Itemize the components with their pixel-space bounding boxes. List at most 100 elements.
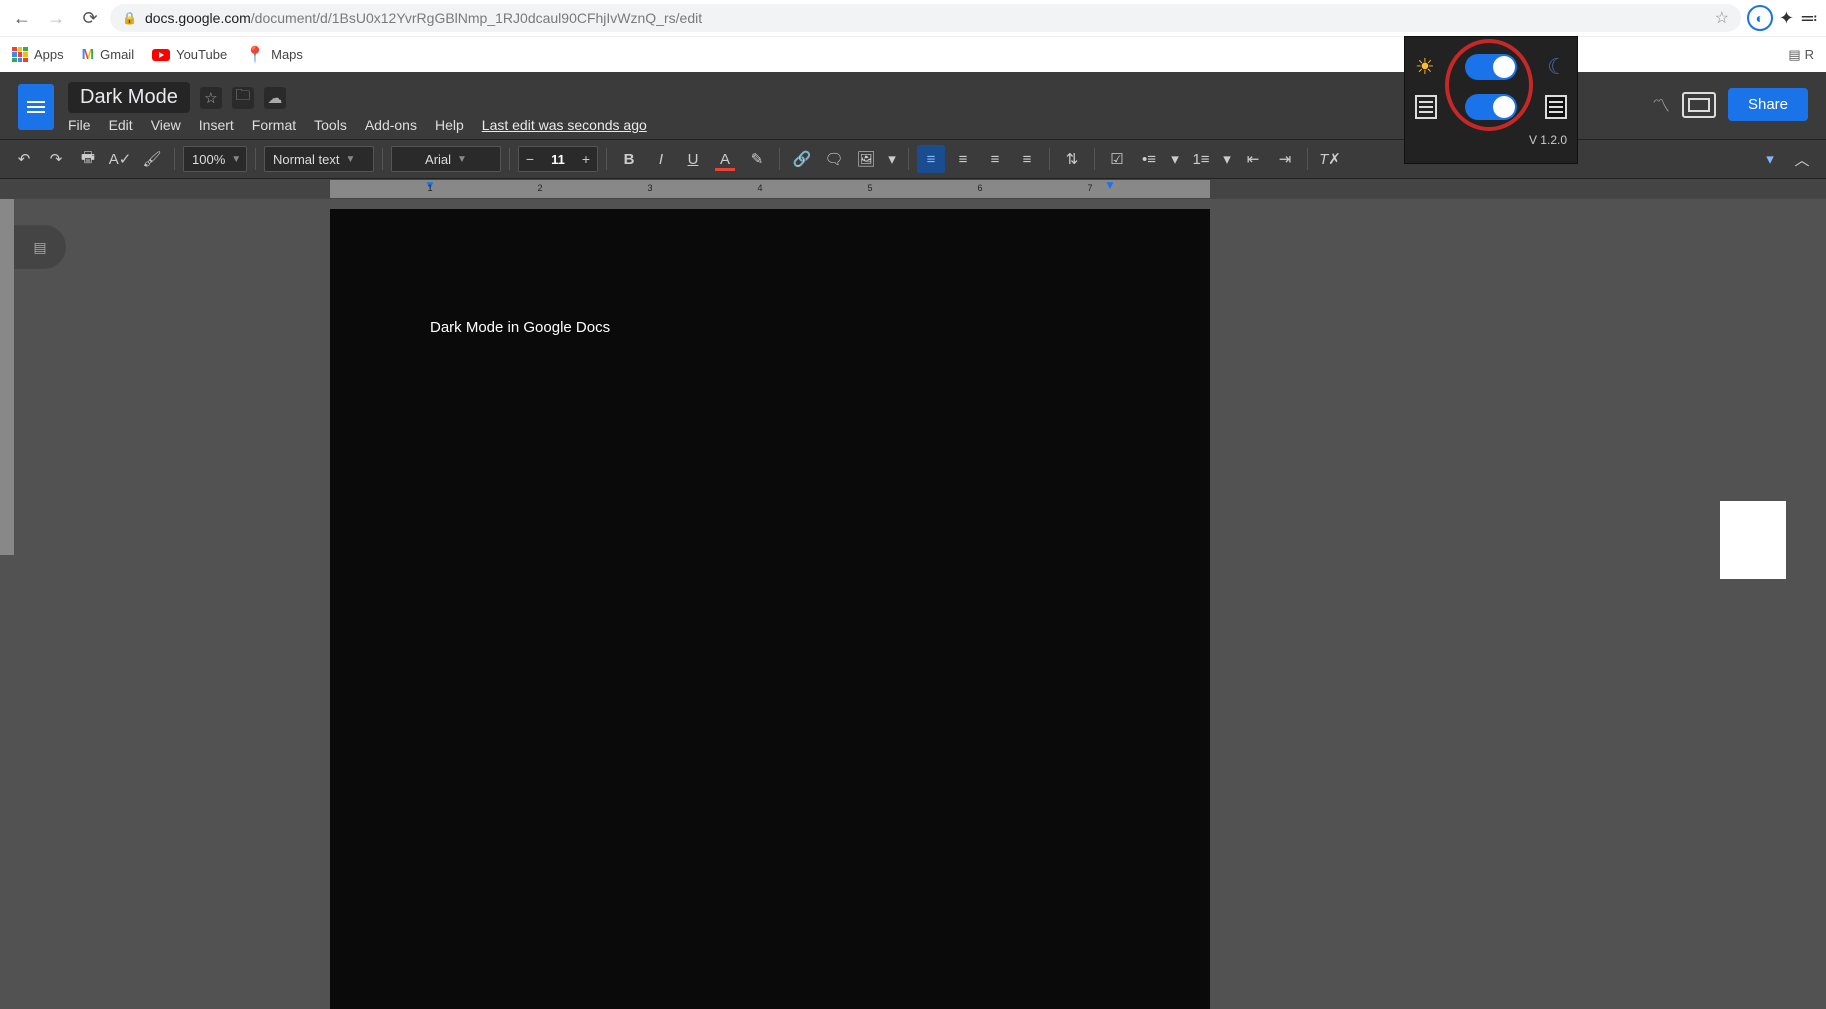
- checklist-button[interactable]: ☑: [1103, 145, 1131, 173]
- zoom-value: 100%: [192, 152, 225, 167]
- redo-button[interactable]: ↷: [42, 145, 70, 173]
- ruler-tick: 7: [1087, 183, 1092, 193]
- bold-button[interactable]: B: [615, 145, 643, 173]
- lock-icon: 🔒: [122, 11, 137, 25]
- explore-button[interactable]: [1720, 501, 1786, 579]
- global-darkmode-toggle[interactable]: [1465, 54, 1517, 80]
- collapse-toolbar-button[interactable]: ︿: [1788, 145, 1816, 173]
- line-spacing-button[interactable]: ⇅: [1058, 145, 1086, 173]
- ruler-tick: 1: [427, 183, 432, 193]
- editing-mode-chevron[interactable]: ▾: [1756, 145, 1784, 173]
- light-doc-icon: [1415, 95, 1437, 119]
- font-size-stepper: − 11 +: [518, 146, 598, 172]
- ruler-tick: 4: [757, 183, 762, 193]
- youtube-icon: [152, 49, 170, 61]
- document-page[interactable]: Dark Mode in Google Docs: [330, 209, 1210, 1009]
- chevron-down-icon: ▼: [457, 154, 467, 165]
- zoom-select[interactable]: 100% ▼: [183, 146, 247, 172]
- menu-format[interactable]: Format: [252, 117, 296, 133]
- apps-shortcut[interactable]: Apps: [12, 47, 64, 63]
- paint-format-button[interactable]: 🖌: [138, 145, 166, 173]
- cloud-status-icon[interactable]: ☁: [264, 87, 286, 109]
- undo-button[interactable]: ↶: [10, 145, 38, 173]
- apps-label: Apps: [34, 47, 64, 62]
- page-darkmode-toggle[interactable]: [1465, 94, 1517, 120]
- menu-bar: File Edit View Insert Format Tools Add-o…: [68, 117, 647, 133]
- paragraph-style-select[interactable]: Normal text▼: [264, 146, 374, 172]
- insert-comment-button[interactable]: 🗨: [820, 145, 848, 173]
- font-size-increase[interactable]: +: [575, 147, 597, 171]
- moon-icon: ☾: [1547, 54, 1567, 80]
- spellcheck-button[interactable]: A✓: [106, 145, 134, 173]
- extension-darkmode-icon[interactable]: ◐: [1747, 5, 1773, 31]
- chrome-settings-icon[interactable]: ≕: [1800, 8, 1818, 29]
- gmail-bookmark[interactable]: M Gmail: [82, 46, 134, 63]
- reading-list-icon: ▤: [1788, 47, 1800, 63]
- dark-doc-icon: [1545, 95, 1567, 119]
- align-justify-button[interactable]: ≡: [1013, 145, 1041, 173]
- right-indent-marker-icon[interactable]: ▼: [1104, 178, 1116, 192]
- reading-list-label: R: [1805, 47, 1814, 62]
- align-right-button[interactable]: ≡: [981, 145, 1009, 173]
- clear-formatting-button[interactable]: T✗: [1316, 145, 1344, 173]
- menu-edit[interactable]: Edit: [109, 117, 133, 133]
- activity-icon[interactable]: 〽: [1652, 92, 1670, 118]
- chevron-down-icon[interactable]: ▾: [884, 145, 900, 173]
- outline-toggle-button[interactable]: ▤: [14, 225, 66, 269]
- bullet-list-button[interactable]: •≡: [1135, 145, 1163, 173]
- youtube-label: YouTube: [176, 47, 227, 62]
- docs-logo-icon[interactable]: [18, 84, 54, 130]
- menu-addons[interactable]: Add-ons: [365, 117, 417, 133]
- last-edit-link[interactable]: Last edit was seconds ago: [482, 117, 647, 133]
- indent-increase-button[interactable]: ⇥: [1271, 145, 1299, 173]
- extensions-button[interactable]: ✦: [1779, 8, 1794, 29]
- menu-help[interactable]: Help: [435, 117, 464, 133]
- maps-bookmark[interactable]: 📍 Maps: [245, 45, 303, 65]
- font-select[interactable]: Arial ▼: [391, 146, 501, 172]
- menu-insert[interactable]: Insert: [199, 117, 234, 133]
- numbered-list-button[interactable]: 1≡: [1187, 145, 1215, 173]
- chevron-down-icon: ▼: [345, 154, 355, 165]
- browser-toolbar: ← → ⟳ 🔒 docs.google.com/document/d/1BsU0…: [0, 0, 1826, 36]
- font-size-value[interactable]: 11: [541, 147, 575, 171]
- sun-icon: ☀: [1415, 54, 1435, 80]
- chevron-down-icon: ▼: [231, 154, 241, 165]
- print-button[interactable]: 🖶: [74, 145, 102, 173]
- highlight-button[interactable]: ✎: [743, 145, 771, 173]
- ruler-row: ▼ 1 2 3 4 5 6 ▼ 7: [0, 179, 1826, 199]
- vertical-ruler[interactable]: [0, 199, 14, 555]
- extension-version: V 1.2.0: [1415, 133, 1567, 147]
- gmail-icon: M: [82, 46, 95, 63]
- back-button[interactable]: ←: [8, 4, 36, 32]
- url-domain: docs.google.com: [145, 10, 251, 26]
- underline-button[interactable]: U: [679, 145, 707, 173]
- horizontal-ruler[interactable]: ▼ 1 2 3 4 5 6 ▼ 7: [330, 180, 1210, 198]
- insert-image-button[interactable]: 🖼: [852, 145, 880, 173]
- italic-button[interactable]: I: [647, 145, 675, 173]
- share-button[interactable]: Share: [1728, 88, 1808, 121]
- chevron-down-icon[interactable]: ▾: [1219, 145, 1235, 173]
- text-color-button[interactable]: A: [711, 145, 739, 173]
- menu-view[interactable]: View: [151, 117, 181, 133]
- document-title[interactable]: Dark Mode: [68, 82, 190, 113]
- insert-link-button[interactable]: 🔗: [788, 145, 816, 173]
- menu-tools[interactable]: Tools: [314, 117, 347, 133]
- reading-list-button[interactable]: ▤ R: [1788, 47, 1814, 63]
- chevron-down-icon[interactable]: ▾: [1167, 145, 1183, 173]
- ruler-tick: 6: [977, 183, 982, 193]
- menu-file[interactable]: File: [68, 117, 91, 133]
- move-document-icon[interactable]: 🗀: [232, 87, 254, 109]
- present-icon[interactable]: [1682, 92, 1716, 118]
- forward-button[interactable]: →: [42, 4, 70, 32]
- font-value: Arial: [425, 152, 451, 167]
- font-size-decrease[interactable]: −: [519, 147, 541, 171]
- align-left-button[interactable]: ≡: [917, 145, 945, 173]
- align-center-button[interactable]: ≡: [949, 145, 977, 173]
- star-document-icon[interactable]: ☆: [200, 87, 222, 109]
- bookmark-star-icon[interactable]: ☆: [1715, 8, 1729, 28]
- address-bar[interactable]: 🔒 docs.google.com/document/d/1BsU0x12Yvr…: [110, 4, 1741, 32]
- apps-grid-icon: [12, 47, 28, 63]
- indent-decrease-button[interactable]: ⇤: [1239, 145, 1267, 173]
- reload-button[interactable]: ⟳: [76, 4, 104, 32]
- youtube-bookmark[interactable]: YouTube: [152, 47, 227, 62]
